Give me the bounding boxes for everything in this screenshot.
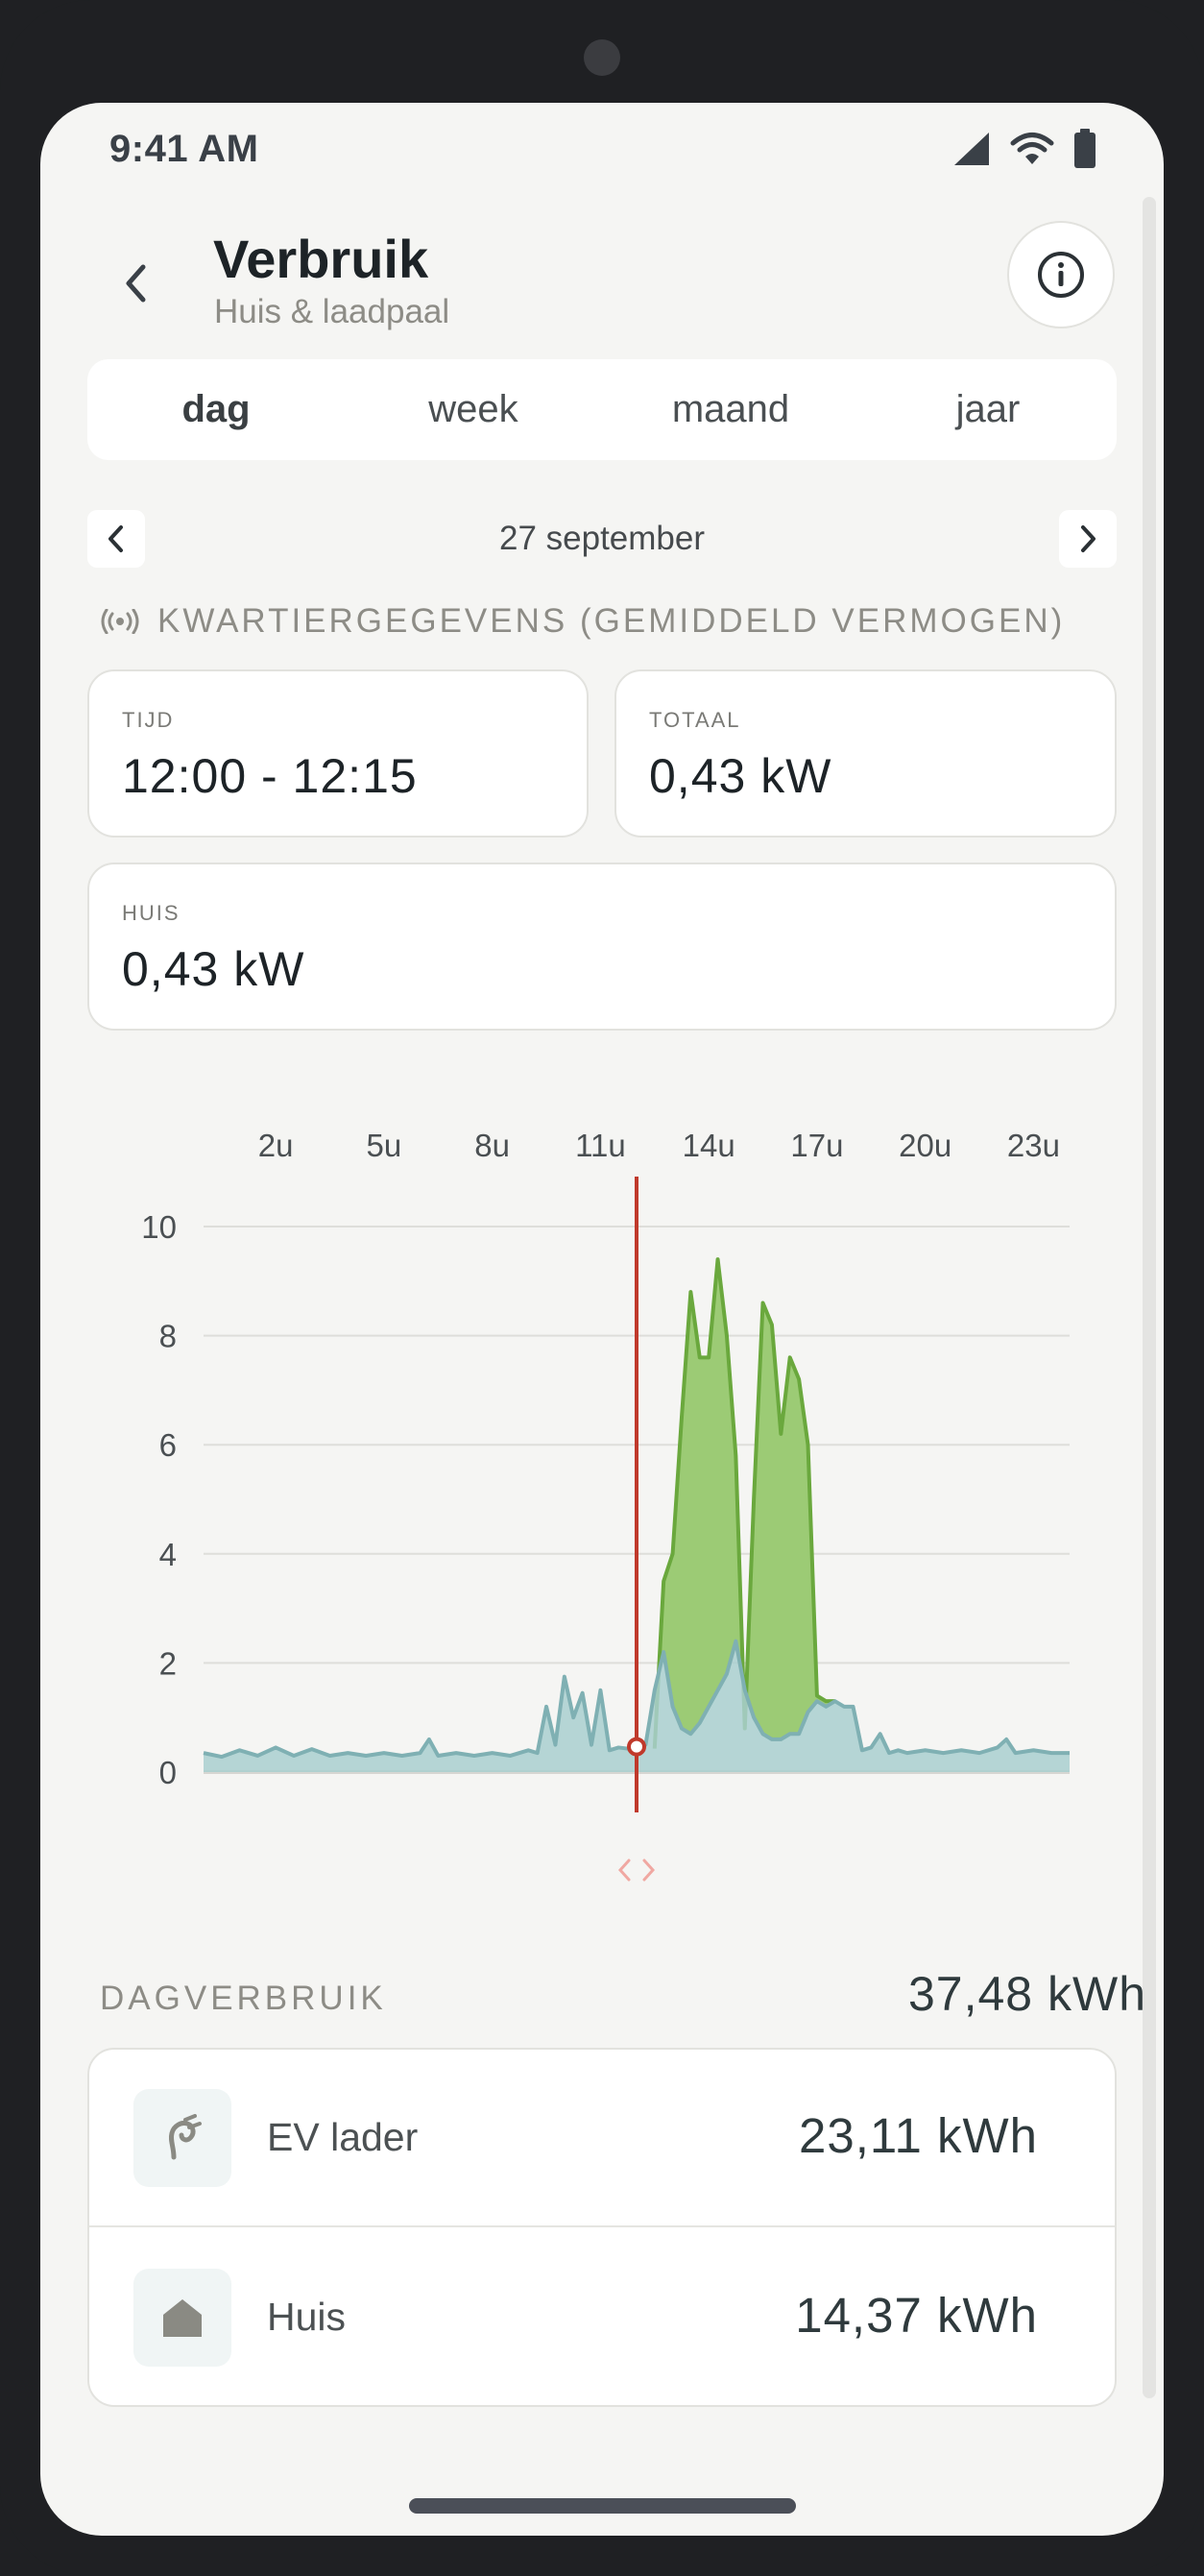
front-camera — [584, 39, 620, 76]
day-usage-total: 37,48 kWh — [907, 1967, 1146, 2021]
x-tick-label: 14u — [683, 1128, 735, 1163]
time-label: TIJD — [122, 708, 175, 732]
x-tick-label: 17u — [790, 1128, 843, 1163]
tab-maand[interactable]: maand — [602, 359, 859, 460]
y-tick-label: 10 — [141, 1209, 177, 1245]
list-item-ev-lader[interactable]: EV lader 23,11 kWh — [89, 2050, 1115, 2227]
tab-week[interactable]: week — [345, 359, 602, 460]
x-tick-label: 23u — [1007, 1128, 1060, 1163]
x-tick-label: 5u — [367, 1128, 402, 1163]
date-navigator: 27 september — [87, 510, 1117, 568]
ev-plug-icon — [133, 2089, 231, 2187]
info-button[interactable] — [1007, 221, 1115, 328]
quarter-data-heading: KWARTIERGEGEVENS (GEMIDDELD VERMOGEN) — [100, 602, 1065, 641]
tab-jaar[interactable]: jaar — [859, 359, 1117, 460]
page-subtitle: Huis & laadpaal — [214, 293, 450, 330]
app-screen: 9:41 AM Verbruik Huis & laadpaal dag wee… — [40, 103, 1164, 2536]
list-item-name: EV lader — [267, 2115, 419, 2159]
list-item-name: Huis — [267, 2295, 347, 2339]
back-button[interactable] — [108, 255, 165, 312]
x-tick-label: 8u — [474, 1128, 510, 1163]
house-value: 0,43 kW — [122, 942, 305, 996]
broadcast-icon — [101, 609, 139, 634]
signal-icon — [954, 133, 989, 165]
phone-frame: 9:41 AM Verbruik Huis & laadpaal dag wee… — [0, 0, 1204, 2576]
current-date: 27 september — [498, 520, 706, 557]
y-tick-label: 6 — [159, 1427, 177, 1463]
y-tick-label: 8 — [159, 1319, 177, 1354]
day-usage-label: DAGVERBRUIK — [100, 1980, 387, 2017]
x-tick-label: 11u — [575, 1128, 626, 1163]
wifi-icon — [1010, 133, 1054, 164]
list-item-value: 14,37 kWh — [795, 2288, 1038, 2343]
cursor-point — [627, 1737, 646, 1757]
house-label: HUIS — [122, 901, 181, 925]
next-day-button[interactable] — [1059, 510, 1117, 568]
chevron-left-icon — [126, 264, 146, 303]
total-value: 0,43 kW — [649, 749, 832, 803]
time-value: 12:00 - 12:15 — [122, 749, 418, 803]
list-item-value: 23,11 kWh — [798, 2108, 1038, 2163]
status-icons — [952, 128, 1096, 170]
tab-dag[interactable]: dag — [87, 359, 345, 460]
usage-breakdown-list: EV lader 23,11 kWh Huis 14,37 kWh — [87, 2048, 1117, 2407]
y-tick-label: 2 — [159, 1645, 177, 1681]
chevron-right-icon — [1081, 525, 1096, 552]
total-label: TOTAAL — [649, 708, 741, 732]
page-header: Verbruik Huis & laadpaal — [40, 218, 1164, 343]
status-bar: 9:41 AM — [40, 103, 1164, 194]
period-tabs: dag week maand jaar — [87, 359, 1117, 460]
power-chart[interactable]: 2u 5u 8u 11u 14u 17u 20u 23u 10 8 6 4 2 0 — [40, 1073, 1164, 1889]
quarter-data-label: KWARTIERGEGEVENS (GEMIDDELD VERMOGEN) — [157, 602, 1066, 640]
day-usage-header: DAGVERBRUIK 37,48 kWh — [100, 1966, 1146, 2033]
status-time: 9:41 AM — [109, 128, 259, 170]
house-card: HUIS 0,43 kW — [87, 863, 1117, 1031]
x-tick-label: 20u — [899, 1128, 951, 1163]
page-title: Verbruik — [213, 229, 429, 289]
home-indicator[interactable] — [409, 2498, 796, 2514]
battery-icon — [1074, 129, 1096, 168]
info-icon — [1038, 252, 1084, 298]
house-icon — [133, 2269, 231, 2367]
total-card: TOTAAL 0,43 kW — [614, 669, 1117, 838]
x-tick-label: 2u — [258, 1128, 294, 1163]
time-card: TIJD 12:00 - 12:15 — [87, 669, 589, 838]
y-tick-label: 4 — [159, 1537, 177, 1572]
drag-handle-icon[interactable] — [617, 1859, 656, 1882]
y-tick-label: 0 — [159, 1755, 177, 1790]
list-item-huis[interactable]: Huis 14,37 kWh — [89, 2229, 1115, 2407]
